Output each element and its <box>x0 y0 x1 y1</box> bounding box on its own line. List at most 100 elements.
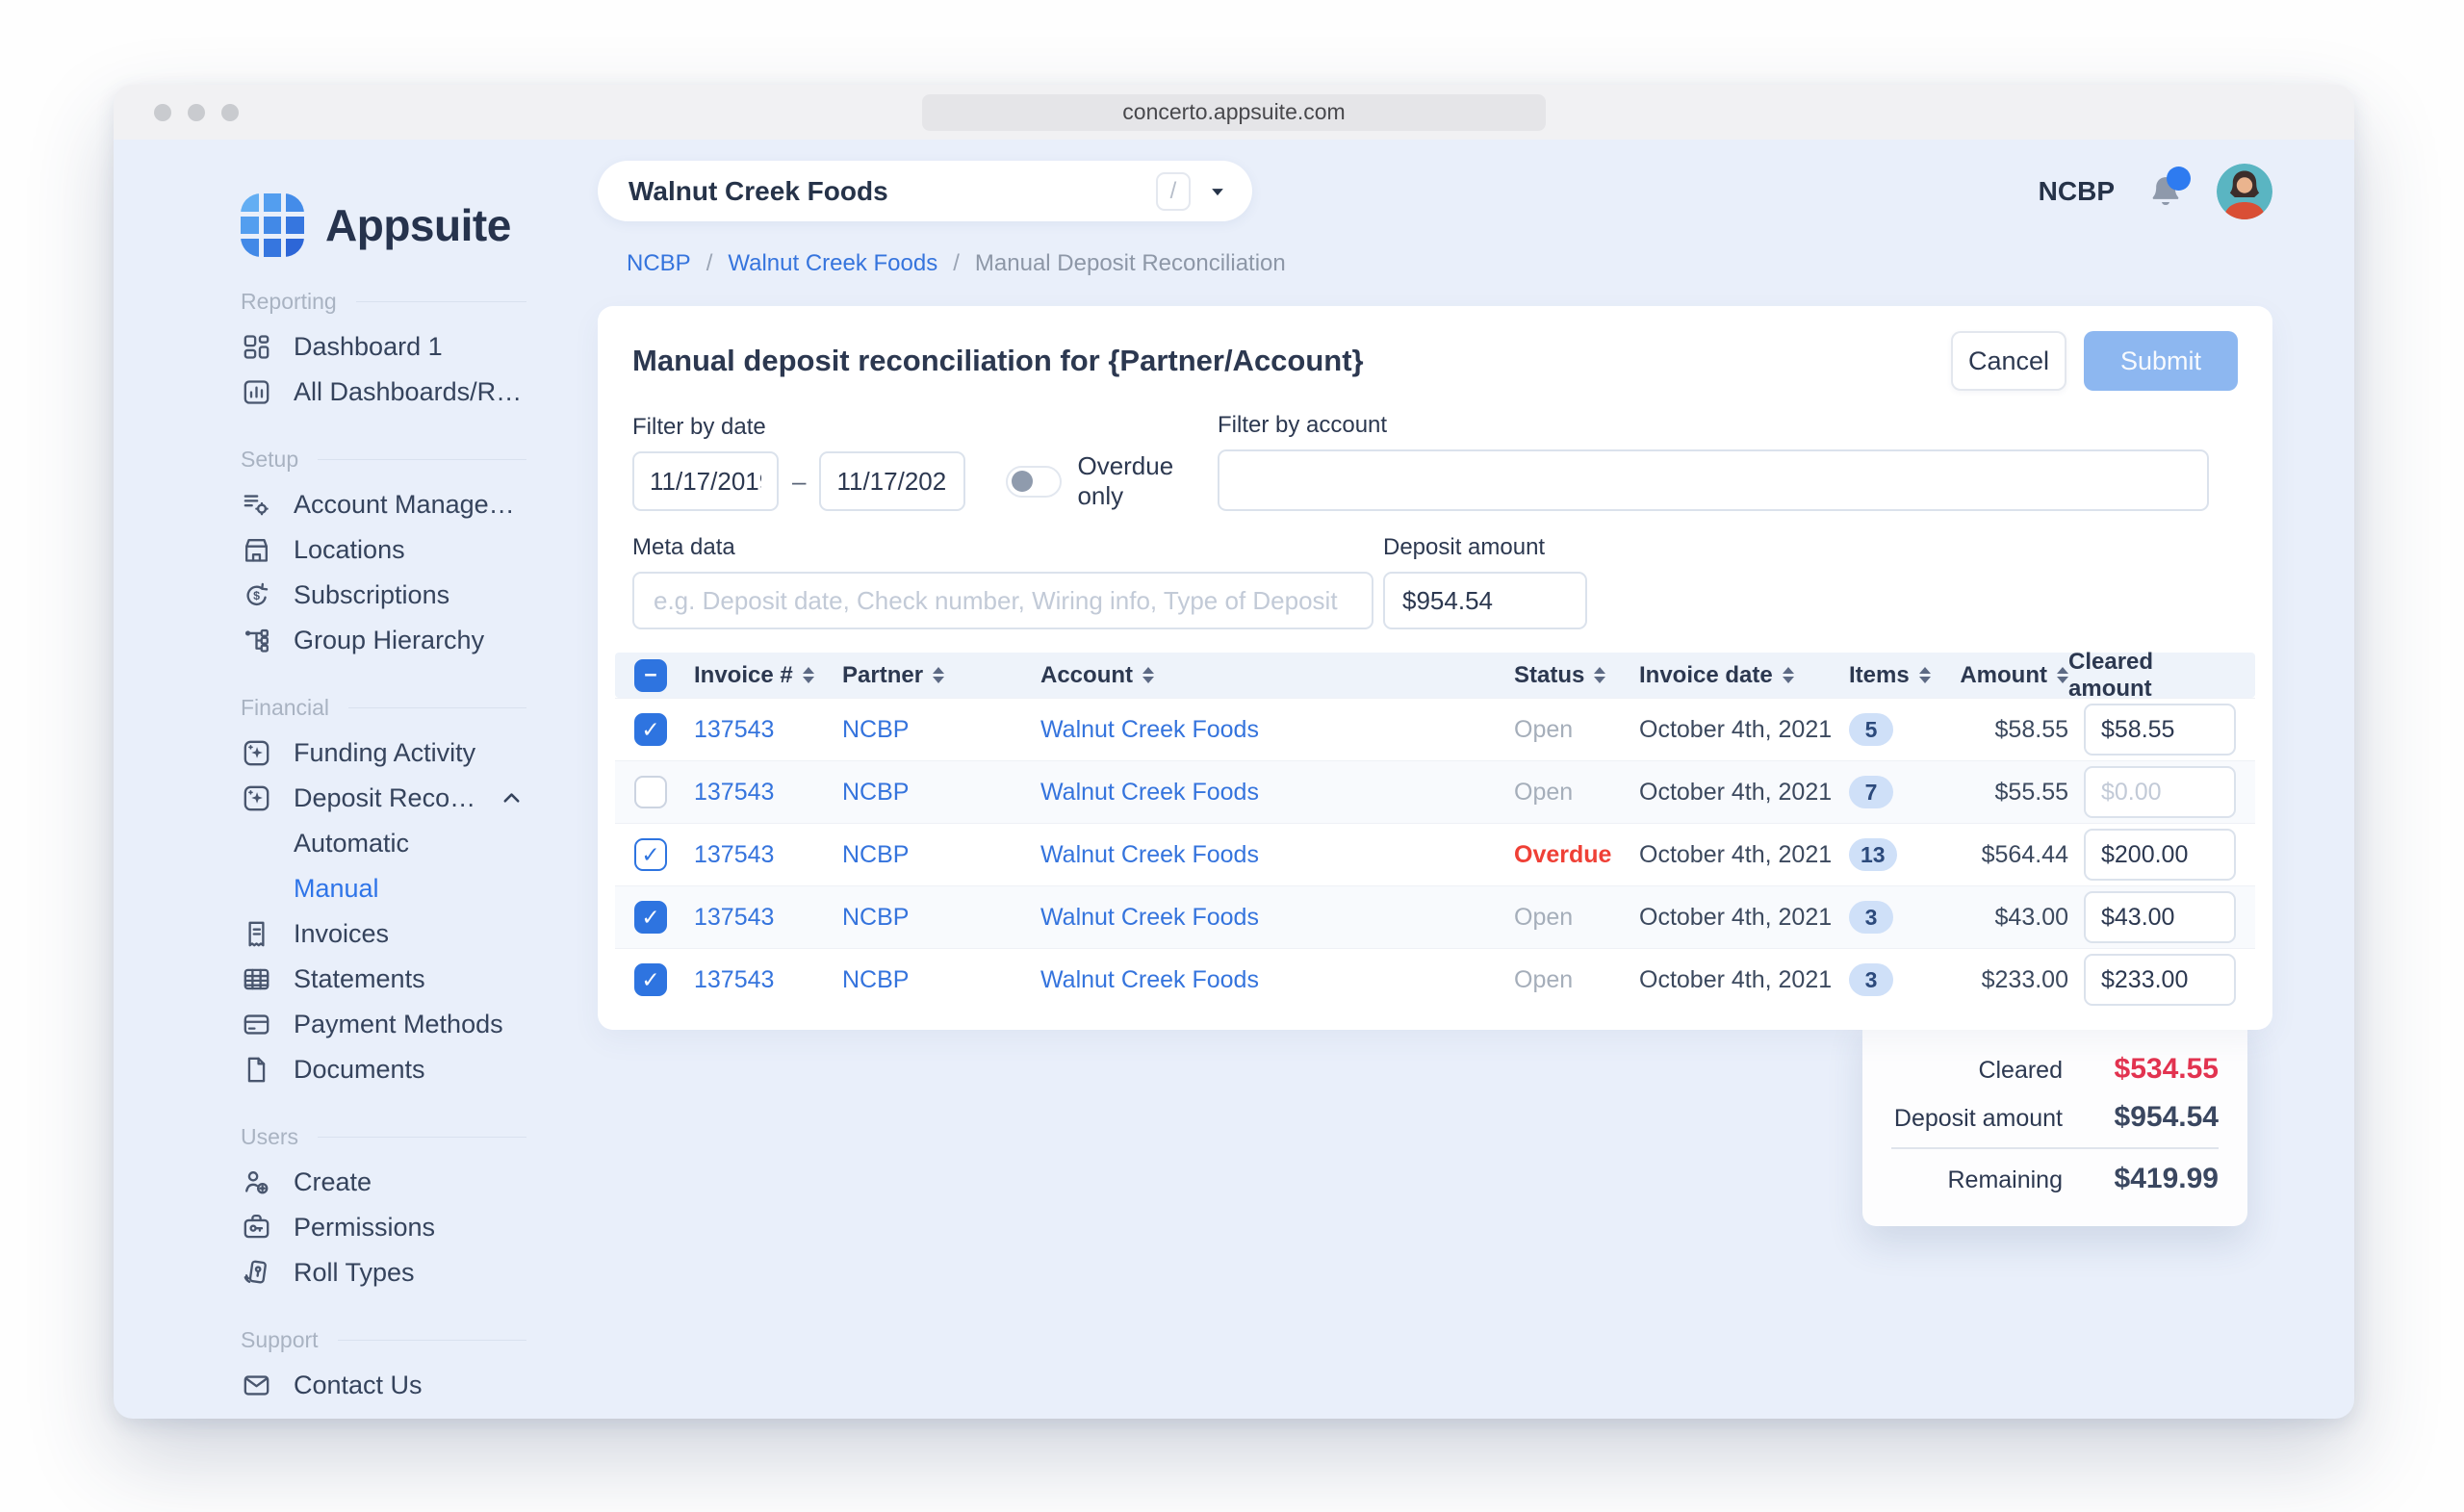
sidebar-section-header: Users <box>241 1124 588 1150</box>
date-to-input[interactable] <box>819 451 965 511</box>
invoice-date: October 4th, 2021 <box>1639 841 1849 869</box>
tickets-icon <box>241 1415 272 1419</box>
sidebar-section-header: Support <box>241 1327 588 1353</box>
sidebar-item[interactable]: $ Subscriptions <box>241 573 588 618</box>
row-checkbox[interactable] <box>634 776 667 808</box>
sidebar-section-items: Contact Us Tickets <box>241 1363 588 1419</box>
partner-link[interactable]: NCBP <box>842 966 909 994</box>
sidebar-section: Setup Account Management <box>241 447 588 663</box>
sidebar-item[interactable]: Automatic <box>241 821 588 866</box>
sidebar-item[interactable]: All Dashboards/Reports <box>241 370 588 415</box>
traffic-light-close-button[interactable] <box>154 104 171 121</box>
partner-link[interactable]: NCBP <box>842 841 909 869</box>
date-from-input[interactable] <box>632 451 779 511</box>
sidebar-item[interactable]: Funding Activity <box>241 730 588 776</box>
statements-icon <box>241 963 272 995</box>
sidebar-item[interactable]: Create <box>241 1160 588 1205</box>
cleared-amount-input[interactable] <box>2084 891 2236 943</box>
column-header[interactable]: Account <box>1040 662 1514 689</box>
traffic-light-zoom-button[interactable] <box>221 104 239 121</box>
account-link[interactable]: Walnut Creek Foods <box>1040 904 1259 932</box>
sidebar-section-header: Setup <box>241 447 588 473</box>
cancel-button[interactable]: Cancel <box>1951 331 2066 391</box>
sidebar-item[interactable]: Invoices <box>241 911 588 957</box>
overdue-only-toggle[interactable] <box>1006 466 1062 498</box>
sidebar-item[interactable]: Dashboard 1 <box>241 324 588 370</box>
sidebar-section-title: Reporting <box>241 289 337 315</box>
column-header[interactable]: Status <box>1514 662 1639 689</box>
column-header[interactable]: Invoice date <box>1639 662 1849 689</box>
sidebar-section-items: Create Permissions <box>241 1160 588 1295</box>
sidebar-item[interactable]: Roll Types <box>241 1250 588 1295</box>
notifications-bell-icon[interactable] <box>2145 169 2186 214</box>
cleared-amount-input[interactable] <box>2084 766 2236 818</box>
submit-button[interactable]: Submit <box>2084 331 2238 391</box>
sidebar-item-label: Tickets <box>294 1416 375 1419</box>
breadcrumb-item[interactable]: Walnut Creek Foods <box>728 250 937 277</box>
sidebar-item[interactable]: Locations <box>241 527 588 573</box>
sidebar-item-label: Group Hierarchy <box>294 626 484 655</box>
partner-link[interactable]: NCBP <box>842 716 909 744</box>
partner-link[interactable]: NCBP <box>842 779 909 807</box>
column-header[interactable]: Partner <box>842 662 1040 689</box>
partner-link[interactable]: NCBP <box>842 904 909 932</box>
account-link[interactable]: Walnut Creek Foods <box>1040 841 1259 869</box>
group-hierarchy-icon <box>241 625 272 656</box>
deposit-amount-label: Deposit amount <box>1383 534 1587 561</box>
account-link[interactable]: Walnut Creek Foods <box>1040 966 1259 994</box>
breadcrumb-separator: / <box>706 250 713 277</box>
invoice-number-link[interactable]: 137543 <box>694 716 774 744</box>
amount-value: $58.55 <box>1938 716 2068 744</box>
sidebar-item[interactable]: Account Management <box>241 482 588 527</box>
appsuite-grid-logo-icon <box>241 193 304 257</box>
account-link[interactable]: Walnut Creek Foods <box>1040 716 1259 744</box>
sidebar-item[interactable]: Group Hierarchy <box>241 618 588 663</box>
appsuite-brand[interactable]: Appsuite <box>241 193 588 257</box>
sidebar-item-label: Locations <box>294 535 405 565</box>
partner-account-selector[interactable]: Walnut Creek Foods / <box>598 161 1252 221</box>
cleared-amount-input[interactable] <box>2084 704 2236 756</box>
select-all-checkbox[interactable] <box>634 659 667 692</box>
row-checkbox[interactable] <box>634 838 667 871</box>
invoice-number-link[interactable]: 137543 <box>694 904 774 932</box>
sidebar-item[interactable]: Permissions <box>241 1205 588 1250</box>
sidebar-item[interactable]: Tickets <box>241 1408 588 1419</box>
chevron-down-icon <box>1204 178 1231 205</box>
cleared-amount-input[interactable] <box>2084 829 2236 881</box>
invoice-number-link[interactable]: 137543 <box>694 966 774 994</box>
account-management-icon <box>241 489 272 521</box>
sidebar-item[interactable]: Documents <box>241 1047 588 1092</box>
sidebar-item-label: Account Management <box>294 490 525 520</box>
invoice-number-link[interactable]: 137543 <box>694 841 774 869</box>
sidebar-item[interactable]: Statements <box>241 957 588 1002</box>
sidebar-item[interactable]: Payment Methods <box>241 1002 588 1047</box>
sort-icon <box>1783 667 1794 683</box>
invoices-table: Invoice # Partner Account <box>615 653 2255 1011</box>
traffic-light-minimize-button[interactable] <box>188 104 205 121</box>
invoice-number-link[interactable]: 137543 <box>694 779 774 807</box>
sidebar-item-label: Permissions <box>294 1213 435 1243</box>
row-checkbox[interactable] <box>634 901 667 934</box>
summary-row: Remaining $419.99 <box>1891 1147 2219 1203</box>
user-avatar[interactable] <box>2217 164 2272 219</box>
sidebar-item[interactable]: Deposit Reconcilia… <box>241 776 588 821</box>
invoice-date: October 4th, 2021 <box>1639 966 1849 994</box>
cleared-amount-input[interactable] <box>2084 954 2236 1006</box>
sidebar-item[interactable]: Contact Us <box>241 1363 588 1408</box>
filter-by-account-input[interactable] <box>1218 449 2209 511</box>
divider <box>356 301 526 302</box>
row-checkbox[interactable] <box>634 713 667 746</box>
meta-data-input[interactable] <box>632 572 1373 629</box>
summary-label: Deposit amount <box>1894 1105 2063 1133</box>
sidebar-item[interactable]: Manual <box>241 866 588 911</box>
column-header[interactable]: Amount <box>1938 662 2068 689</box>
url-bar[interactable]: concerto.appsuite.com <box>922 94 1546 131</box>
column-header[interactable]: Cleared amount <box>2068 649 2236 703</box>
row-checkbox[interactable] <box>634 963 667 996</box>
deposit-amount-input[interactable] <box>1383 572 1587 629</box>
account-link[interactable]: Walnut Creek Foods <box>1040 779 1259 807</box>
column-header[interactable]: Items <box>1849 662 1938 689</box>
column-header[interactable]: Invoice # <box>694 662 842 689</box>
breadcrumb-item[interactable]: NCBP <box>627 250 691 277</box>
column-header-label: Items <box>1849 662 1910 689</box>
